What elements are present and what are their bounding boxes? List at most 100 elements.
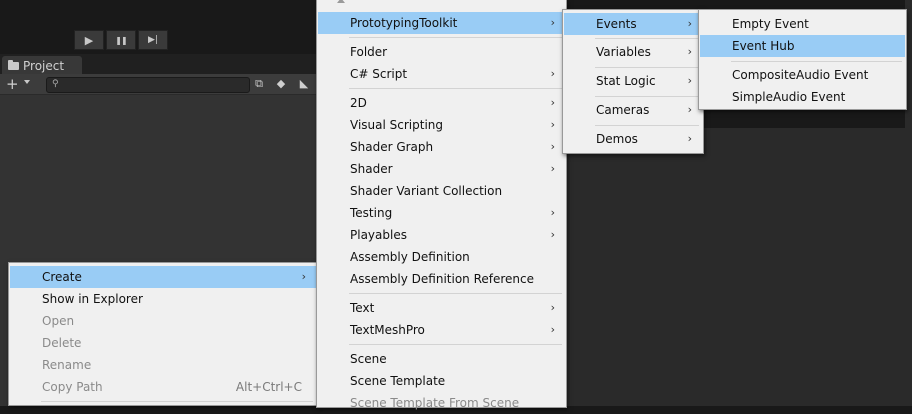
menu-separator xyxy=(349,293,562,294)
menu-item-rename[interactable]: Rename xyxy=(10,354,316,376)
menu-item-label: Variables xyxy=(596,45,651,59)
add-button[interactable]: + xyxy=(6,74,19,94)
menu-item-label: Testing xyxy=(350,206,393,220)
menu-item-label: Show in Explorer xyxy=(42,292,143,306)
menu-item-label: Folder xyxy=(350,45,388,59)
tab-project-label: Project xyxy=(23,59,65,73)
menu-item-label: Shader Graph xyxy=(350,140,434,154)
menu-item-shader-graph[interactable]: Shader Graph › xyxy=(318,136,565,158)
menu-item-delete[interactable]: Delete xyxy=(10,332,316,354)
menu-item-stat-logic[interactable]: Stat Logic › xyxy=(564,70,702,92)
menu-separator xyxy=(349,88,562,89)
menu-item-shader-variant-collection[interactable]: Shader Variant Collection xyxy=(318,180,565,202)
scroll-up-icon[interactable] xyxy=(337,0,345,3)
menu-item-label: Scene Template xyxy=(350,374,446,388)
submenu-arrow-icon: › xyxy=(550,96,555,109)
events-submenu: Empty Event Event Hub CompositeAudio Eve… xyxy=(698,9,907,110)
menu-item-assembly-definition-reference[interactable]: Assembly Definition Reference xyxy=(318,268,565,290)
menu-item-label: Create xyxy=(42,270,82,284)
submenu-arrow-icon: › xyxy=(550,67,555,80)
menu-item-label: SimpleAudio Event xyxy=(732,90,846,104)
menu-item-label: Text xyxy=(350,301,375,315)
menu-item-prototyping-toolkit[interactable]: PrototypingToolkit › xyxy=(318,12,565,34)
menu-item-variables[interactable]: Variables › xyxy=(564,41,702,63)
menu-item-label: Cameras xyxy=(596,103,650,117)
menu-item-scene[interactable]: Scene xyxy=(318,348,565,370)
menu-item-label: C# Script xyxy=(350,67,408,81)
menu-item-events[interactable]: Events › xyxy=(564,13,702,35)
menu-item-scene-template-from-scene[interactable]: Scene Template From Scene xyxy=(318,392,565,414)
menu-item-label: Open xyxy=(42,314,75,328)
pause-button[interactable]: ❚❚ xyxy=(106,30,136,50)
filter-by-label-icon[interactable]: ◣ xyxy=(296,76,312,92)
search-by-type-icon[interactable]: ⧉ xyxy=(251,76,267,92)
context-menu: Create › Show in Explorer Open Delete Re… xyxy=(8,262,318,406)
menu-item-cameras[interactable]: Cameras › xyxy=(564,99,702,121)
submenu-arrow-icon: › xyxy=(550,118,555,131)
menu-item-label: Assembly Definition Reference xyxy=(350,272,535,286)
menu-item-label: Playables xyxy=(350,228,407,242)
submenu-arrow-icon: › xyxy=(687,132,692,145)
menu-item-label: TextMeshPro xyxy=(350,323,425,337)
menu-item-demos[interactable]: Demos › xyxy=(564,128,702,150)
menu-item-label: 2D xyxy=(350,96,367,110)
menu-item-testing[interactable]: Testing › xyxy=(318,202,565,224)
scene-panel-background xyxy=(565,128,912,406)
submenu-arrow-icon: › xyxy=(550,16,555,29)
folder-icon xyxy=(8,60,19,70)
menu-item-simpleaudio-event[interactable]: SimpleAudio Event xyxy=(700,86,905,108)
menu-item-copy-path[interactable]: Copy Path Alt+Ctrl+C xyxy=(10,376,316,398)
submenu-arrow-icon: › xyxy=(550,206,555,219)
menu-separator xyxy=(595,38,699,39)
add-dropdown-icon[interactable] xyxy=(24,80,30,84)
menu-item-label: CompositeAudio Event xyxy=(732,68,869,82)
menu-item-label: Delete xyxy=(42,336,82,350)
menu-item-label: Empty Event xyxy=(732,17,809,31)
menu-item-label: Event Hub xyxy=(732,39,795,53)
submenu-arrow-icon: › xyxy=(687,74,692,87)
menu-item-playables[interactable]: Playables › xyxy=(318,224,565,246)
playback-controls: ▶ ❚❚ ▶| xyxy=(74,30,170,50)
menu-item-label: Visual Scripting xyxy=(350,118,443,132)
menu-item-compositeaudio-event[interactable]: CompositeAudio Event xyxy=(700,64,905,86)
menu-item-label: Shader Variant Collection xyxy=(350,184,503,198)
play-button[interactable]: ▶ xyxy=(74,30,104,50)
menu-item-open[interactable]: Open xyxy=(10,310,316,332)
menu-separator xyxy=(595,67,699,68)
step-button[interactable]: ▶| xyxy=(138,30,168,50)
menu-item-visual-scripting[interactable]: Visual Scripting › xyxy=(318,114,565,136)
menu-item-label: Scene xyxy=(350,352,387,366)
submenu-arrow-icon: › xyxy=(687,45,692,58)
menu-separator xyxy=(595,96,699,97)
create-submenu: PrototypingToolkit › Folder C# Script › … xyxy=(316,0,567,410)
submenu-arrow-icon: › xyxy=(550,162,555,175)
menu-separator xyxy=(349,37,562,38)
menu-item-csharp-script[interactable]: C# Script › xyxy=(318,63,565,85)
menu-separator xyxy=(595,125,699,126)
menu-item-text[interactable]: Text › xyxy=(318,297,565,319)
menu-item-scene-template[interactable]: Scene Template xyxy=(318,370,565,392)
menu-item-label: Copy Path xyxy=(42,380,103,394)
filter-by-type-icon[interactable]: ◆ xyxy=(273,76,289,92)
menu-item-label: Shader xyxy=(350,162,393,176)
menu-separator xyxy=(41,401,313,402)
menu-item-assembly-definition[interactable]: Assembly Definition xyxy=(318,246,565,268)
menu-item-folder[interactable]: Folder xyxy=(318,41,565,63)
menu-item-empty-event[interactable]: Empty Event xyxy=(700,13,905,35)
menu-item-create[interactable]: Create › xyxy=(10,266,316,288)
menu-item-textmeshpro[interactable]: TextMeshPro › xyxy=(318,319,565,341)
menu-item-shader[interactable]: Shader › xyxy=(318,158,565,180)
tab-project[interactable]: Project xyxy=(2,56,82,76)
submenu-arrow-icon: › xyxy=(550,228,555,241)
menu-shortcut: Alt+Ctrl+C xyxy=(235,380,302,394)
search-icon: ⚲ xyxy=(52,79,59,89)
submenu-arrow-icon: › xyxy=(687,103,692,116)
search-input[interactable]: ⚲ xyxy=(46,77,250,93)
menu-item-event-hub[interactable]: Event Hub xyxy=(700,35,905,57)
menu-item-show-in-explorer[interactable]: Show in Explorer xyxy=(10,288,316,310)
menu-item-label: Events xyxy=(596,17,637,31)
menu-separator xyxy=(349,344,562,345)
menu-item-2d[interactable]: 2D › xyxy=(318,92,565,114)
menu-item-label: Rename xyxy=(42,358,92,372)
menu-item-label: PrototypingToolkit xyxy=(350,16,458,30)
